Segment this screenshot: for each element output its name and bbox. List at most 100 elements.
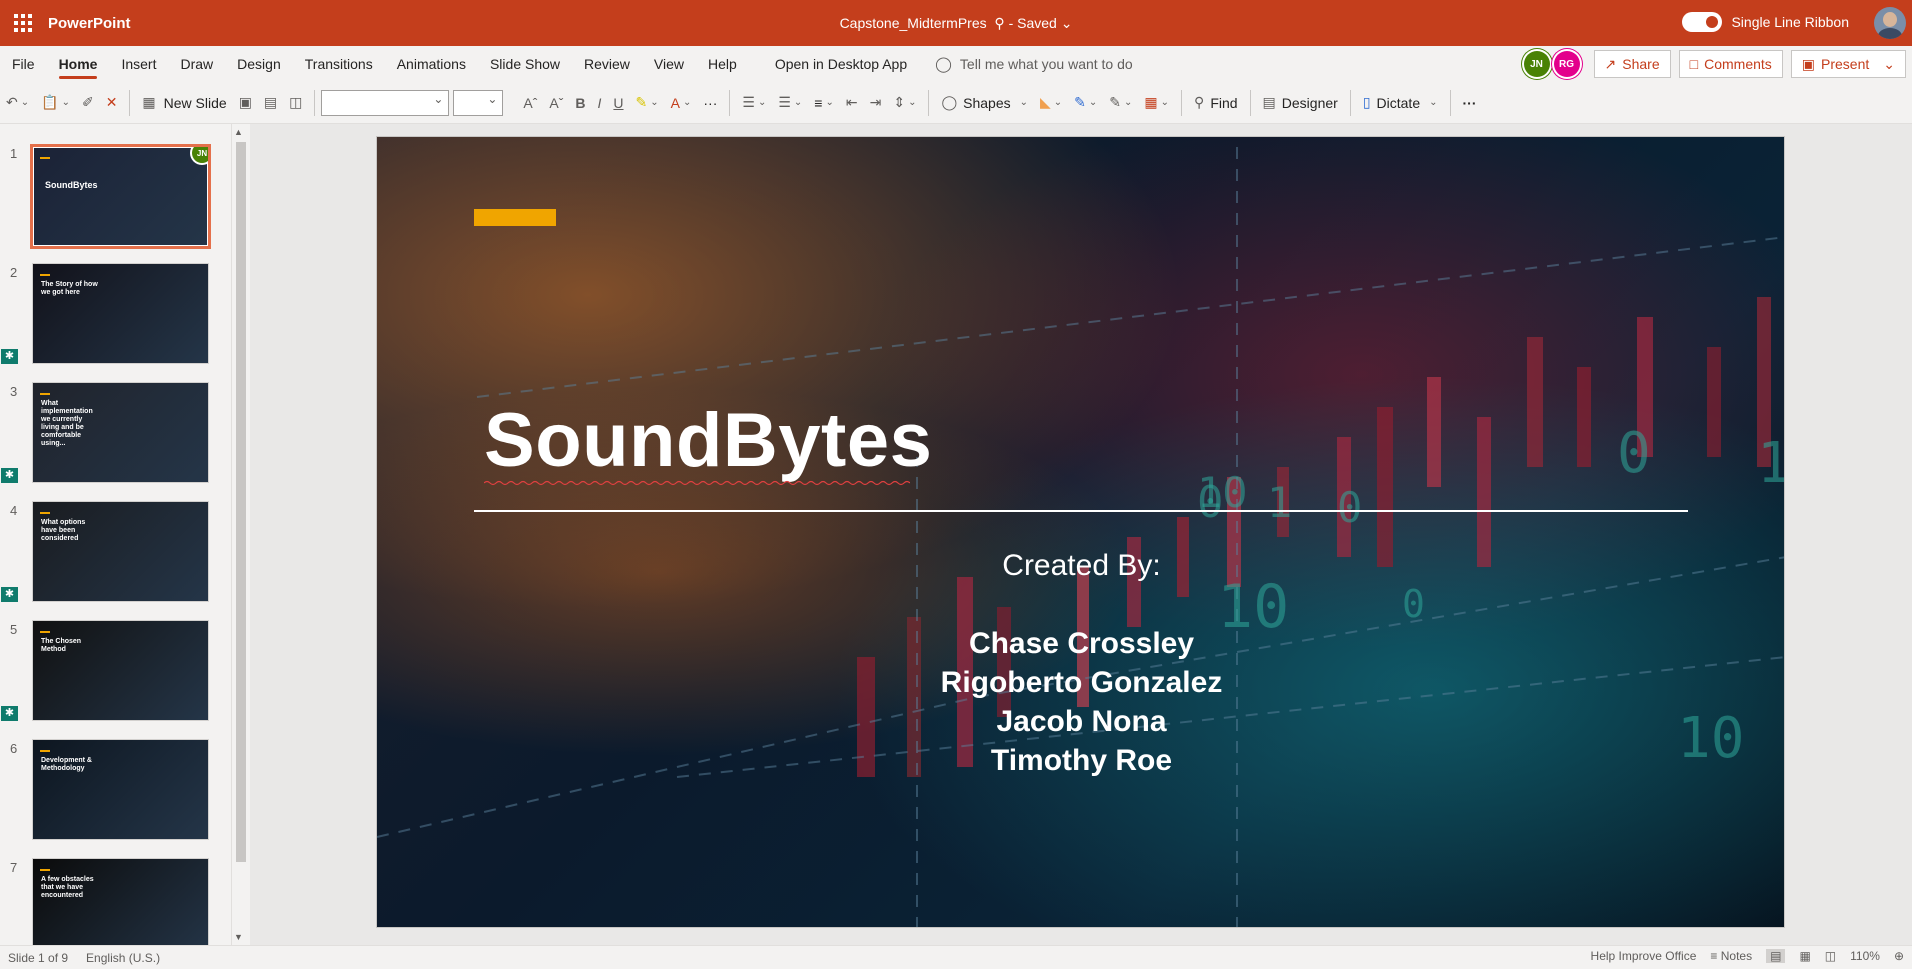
share-button[interactable]: ↗ Share xyxy=(1593,50,1671,78)
tab-transitions[interactable]: Transitions xyxy=(293,46,385,82)
slide-thumbnail-row[interactable]: 4 What options have been considered ✱ xyxy=(0,499,230,609)
tab-file[interactable]: File xyxy=(0,46,47,82)
background-digit: 0 xyxy=(1617,421,1651,486)
italic-button[interactable]: I xyxy=(592,87,608,119)
shapes-button[interactable]: ◯ Shapes ⌄ xyxy=(935,87,1034,119)
format-painter-icon[interactable]: ✐ xyxy=(76,87,100,119)
comments-button[interactable]: □ Comments xyxy=(1678,50,1783,78)
slide-thumbnail[interactable]: SoundBytes JN xyxy=(30,144,211,249)
more-font-options-icon[interactable]: ··· xyxy=(697,87,723,119)
shape-outline-icon[interactable]: ✎ ⌄ xyxy=(1068,87,1103,119)
presence-avatar[interactable]: RG xyxy=(1553,51,1580,77)
undo-button[interactable]: ↶ ⌄ xyxy=(0,87,35,119)
app-launcher-icon[interactable] xyxy=(0,0,46,46)
slide-1[interactable]: 0101010100100 SoundBytes Created By: Cha… xyxy=(376,136,1785,928)
single-line-ribbon-toggle[interactable] xyxy=(1682,12,1723,32)
slide-thumbnail-row[interactable]: 6 Development & Methodology xyxy=(0,737,230,847)
tab-help[interactable]: Help xyxy=(696,46,749,82)
slide-thumbnail[interactable]: A few obstacles that we have encountered xyxy=(32,858,209,945)
help-improve-office[interactable]: Help Improve Office xyxy=(1591,949,1697,963)
bullets-icon[interactable]: ☰ ⌄ xyxy=(736,87,772,119)
slide-sorter-icon[interactable]: ▦ xyxy=(1799,949,1810,963)
created-by-label[interactable]: Created By: xyxy=(377,549,1784,583)
delete-icon[interactable]: ✕ xyxy=(100,87,124,119)
tell-me-search[interactable]: ◯ Tell me what you want to do xyxy=(935,55,1133,73)
line-spacing-icon[interactable]: ⇕ ⌄ xyxy=(887,87,922,119)
background-chart-bar xyxy=(1377,407,1393,567)
more-options-button[interactable]: ··· xyxy=(1457,87,1483,119)
underline-button[interactable]: U xyxy=(607,87,629,119)
slide-thumbnail-row[interactable]: 3 What implementation we currently living… xyxy=(0,380,230,490)
reuse-slides-icon[interactable]: ▣ xyxy=(233,87,258,119)
slide-number: 2 xyxy=(10,265,18,280)
present-button[interactable]: ▣ Present ⌄ xyxy=(1790,50,1906,78)
title-bar: PowerPoint Capstone_MidtermPres ⚲ - Save… xyxy=(0,0,1912,46)
tab-view[interactable]: View xyxy=(642,46,696,82)
shape-effects-icon[interactable]: ✎ ⌄ xyxy=(1103,87,1138,119)
slide-thumbnail-row[interactable]: 5 The Chosen Method ✱ xyxy=(0,618,230,728)
decrease-indent-icon[interactable]: ⇤ xyxy=(840,87,864,119)
slide-number: 7 xyxy=(10,860,18,875)
chevron-down-icon[interactable]: ⌄ xyxy=(1883,56,1895,73)
language-indicator[interactable]: English (U.S.) xyxy=(86,951,160,965)
font-size-select[interactable] xyxy=(453,89,504,116)
zoom-level[interactable]: 110% xyxy=(1850,949,1880,963)
reading-view-icon[interactable]: ◫ xyxy=(1825,949,1836,963)
font-family-select[interactable] xyxy=(321,89,450,116)
app-name[interactable]: PowerPoint xyxy=(48,15,131,32)
slide-title[interactable]: SoundBytes xyxy=(484,397,932,486)
new-slide-button[interactable]: ▦ New Slide xyxy=(136,87,232,119)
open-in-desktop-app[interactable]: Open in Desktop App xyxy=(763,56,919,72)
increase-indent-icon[interactable]: ⇥ xyxy=(864,87,888,119)
save-state[interactable]: - Saved xyxy=(1009,15,1057,31)
presence-avatar[interactable]: JN xyxy=(1523,51,1550,77)
scroll-up-icon[interactable]: ▲ xyxy=(234,127,243,137)
arrange-icon[interactable]: ▦ ⌄ xyxy=(1138,87,1175,119)
bold-button[interactable]: B xyxy=(569,87,591,119)
dictate-button[interactable]: ▯ Dictate ⌄ xyxy=(1357,87,1444,119)
slide-thumbnail-row[interactable]: 2 The Story of how we got here ✱ xyxy=(0,261,230,371)
author-names[interactable]: Chase Crossley Rigoberto Gonzalez Jacob No… xyxy=(377,624,1784,780)
slide-thumbnail[interactable]: Development & Methodology xyxy=(32,739,209,840)
layout-icon[interactable]: ▤ xyxy=(258,87,283,119)
microphone-icon: ▯ xyxy=(1362,94,1371,110)
notes-button[interactable]: ≡ Notes xyxy=(1710,949,1752,963)
designer-badge-icon[interactable]: ✱ xyxy=(1,349,18,364)
shrink-font-icon[interactable]: Aˇ xyxy=(543,87,569,119)
document-title[interactable]: Capstone_MidtermPres xyxy=(840,15,987,31)
designer-badge-icon[interactable]: ✱ xyxy=(1,587,18,602)
slide-thumbnail-row[interactable]: 7 A few obstacles that we have encountere… xyxy=(0,856,230,945)
grow-font-icon[interactable]: Aˆ xyxy=(517,87,543,119)
slide-thumbnail[interactable]: What options have been considered xyxy=(32,501,209,602)
designer-button[interactable]: ▤ Designer xyxy=(1257,87,1344,119)
designer-badge-icon[interactable]: ✱ xyxy=(1,706,18,721)
tab-insert[interactable]: Insert xyxy=(109,46,168,82)
align-icon[interactable]: ≡ ⌄ xyxy=(808,87,840,119)
author-name: Chase Crossley xyxy=(968,627,1195,660)
scroll-down-icon[interactable]: ▼ xyxy=(234,932,243,942)
tab-design[interactable]: Design xyxy=(225,46,293,82)
normal-view-icon[interactable]: ▤ xyxy=(1766,949,1786,963)
numbering-icon[interactable]: ☰ ⌄ xyxy=(772,87,808,119)
fit-slide-icon[interactable]: ⊕ xyxy=(1894,949,1904,963)
slide-thumbnail[interactable]: The Story of how we got here xyxy=(32,263,209,364)
highlight-icon[interactable]: ✎ ⌄ xyxy=(630,87,665,119)
tab-slide-show[interactable]: Slide Show xyxy=(478,46,572,82)
tab-review[interactable]: Review xyxy=(572,46,642,82)
user-avatar[interactable] xyxy=(1874,7,1906,39)
paste-button[interactable]: 📋 ⌄ xyxy=(35,87,76,119)
background-icon[interactable]: ◫ xyxy=(283,87,308,119)
slide-thumbnail-row[interactable]: 1 SoundBytes JN xyxy=(0,142,230,252)
designer-badge-icon[interactable]: ✱ xyxy=(1,468,18,483)
slide-thumbnail[interactable]: The Chosen Method xyxy=(32,620,209,721)
slide-thumbnail[interactable]: What implementation we currently living … xyxy=(32,382,209,483)
find-button[interactable]: ⚲ Find xyxy=(1188,87,1244,119)
thumbnail-scrollbar[interactable]: ▲ ▼ xyxy=(231,124,249,945)
font-color-icon[interactable]: A ⌄ xyxy=(665,87,698,119)
chevron-down-icon[interactable]: ⌄ xyxy=(1061,15,1073,31)
scroll-thumb[interactable] xyxy=(236,142,246,862)
tab-animations[interactable]: Animations xyxy=(385,46,478,82)
tab-home[interactable]: Home xyxy=(47,46,110,82)
shape-fill-icon[interactable]: ◣ ⌄ xyxy=(1034,87,1068,119)
tab-draw[interactable]: Draw xyxy=(168,46,225,82)
